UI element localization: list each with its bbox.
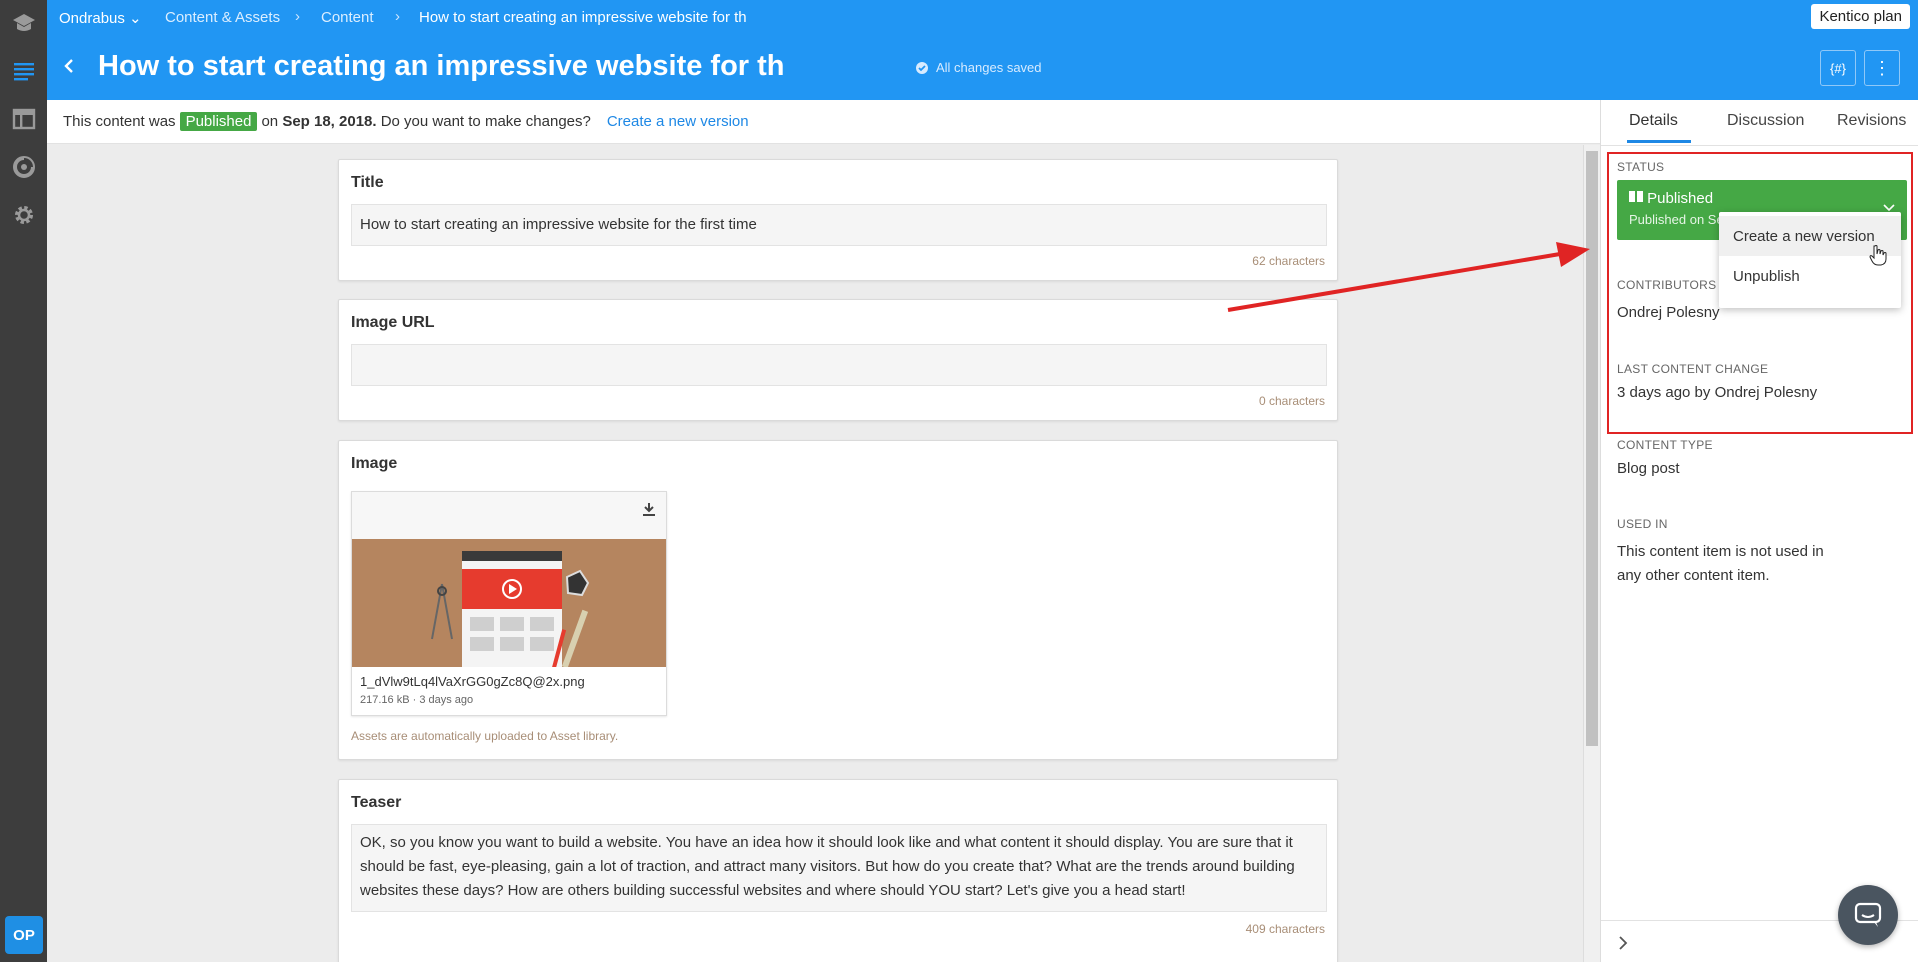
home-icon[interactable] (0, 2, 47, 44)
teaser-element: Teaser OK, so you know you want to build… (338, 779, 1338, 962)
image-url-char-count: 0 characters (1258, 394, 1325, 408)
asset-toolbar (352, 492, 666, 539)
check-circle-icon (916, 61, 928, 74)
tab-details[interactable]: Details (1629, 112, 1678, 130)
title-input[interactable]: How to start creating an impressive webs… (351, 204, 1327, 246)
details-panel: Details Discussion Revisions STATUS Publ… (1600, 100, 1918, 962)
back-icon[interactable] (61, 58, 77, 74)
page-title: How to start creating an impressive webs… (98, 50, 785, 82)
notice-prefix: This content was (63, 113, 176, 130)
used-in-value: This content item is not used in any oth… (1617, 543, 1824, 584)
asset-tile[interactable]: 1_dVlw9tLq4lVaXrGG0gZc8Q@2x.png 217.16 k… (351, 491, 667, 716)
title-char-count: 62 characters (1252, 254, 1325, 268)
user-avatar[interactable]: OP (5, 916, 43, 954)
breadcrumb-separator: › (295, 8, 300, 25)
image-url-label: Image URL (351, 314, 435, 331)
saved-status-text: All changes saved (936, 60, 1042, 75)
content-icon[interactable] (0, 50, 47, 92)
chat-icon (1854, 902, 1882, 927)
left-navigation: OP (0, 0, 47, 962)
last-change-value: 3 days ago by Ondrej Polesny (1617, 384, 1818, 401)
teaser-char-count: 409 characters (1245, 922, 1325, 936)
breadcrumb-current: How to start creating an impressive webs… (419, 9, 747, 26)
notice-on: on (261, 113, 279, 130)
image-element: Image 1_dVlw9tLq4lVaXrGG0gZc8Q@2x.png 21… (338, 440, 1338, 760)
content-type-value: Blog post (1617, 460, 1680, 477)
more-actions-button[interactable]: ⋮ (1864, 50, 1900, 86)
breadcrumb-section[interactable]: Content & Assets (165, 9, 280, 26)
panel-tabs: Details Discussion Revisions (1601, 100, 1918, 146)
layout-icon[interactable] (0, 98, 47, 140)
last-change-label: LAST CONTENT CHANGE (1617, 362, 1769, 376)
analytics-icon[interactable] (0, 146, 47, 188)
asset-upload-note: Assets are automatically uploaded to Ass… (351, 729, 619, 743)
image-url-element: Image URL 0 characters (338, 299, 1338, 421)
breadcrumb-project[interactable]: Ondrabus ⌄ (59, 9, 142, 27)
asset-file-meta: 217.16 kB · 3 days ago (360, 694, 474, 706)
asset-thumbnail (352, 539, 666, 667)
title-label: Title (351, 174, 384, 191)
teaser-value: OK, so you know you want to build a webs… (360, 834, 1295, 899)
content-editor: Title How to start creating an impressiv… (47, 145, 1583, 962)
notice-date: Sep 18, 2018. (282, 113, 377, 130)
image-url-input[interactable] (351, 344, 1327, 386)
chevron-right-icon[interactable] (1617, 935, 1629, 951)
editor-scrollbar[interactable] (1583, 145, 1600, 962)
content-type-label: CONTENT TYPE (1617, 438, 1713, 452)
download-icon[interactable] (640, 500, 658, 518)
asset-file-name: 1_dVlw9tLq4lVaXrGG0gZc8Q@2x.png (360, 674, 585, 689)
used-in-label: USED IN (1617, 517, 1668, 531)
tab-discussion[interactable]: Discussion (1727, 112, 1804, 130)
published-notice: This content was Published on Sep 18, 20… (47, 100, 1600, 144)
published-badge: Published (179, 112, 258, 131)
chat-button[interactable] (1838, 885, 1898, 945)
teaser-input[interactable]: OK, so you know you want to build a webs… (351, 824, 1327, 912)
title-value: How to start creating an impressive webs… (360, 216, 757, 233)
code-snippet-button[interactable]: {#} (1820, 50, 1856, 86)
breadcrumb-sub[interactable]: Content (321, 9, 374, 26)
breadcrumb-separator: › (395, 8, 400, 25)
active-tab-indicator (1627, 140, 1691, 143)
notice-question: Do you want to make changes? (380, 113, 591, 130)
tab-revisions[interactable]: Revisions (1837, 112, 1906, 130)
gear-icon[interactable] (0, 194, 47, 236)
plan-button[interactable]: Kentico plan (1811, 4, 1910, 29)
image-label: Image (351, 455, 398, 472)
title-element: Title How to start creating an impressiv… (338, 159, 1338, 281)
create-new-version-link[interactable]: Create a new version (607, 113, 749, 130)
teaser-label: Teaser (351, 794, 402, 811)
image-url-value (352, 345, 1326, 365)
scrollbar-thumb[interactable] (1586, 151, 1598, 746)
saved-status: All changes saved (915, 60, 1042, 75)
header: Ondrabus ⌄ Content & Assets › Content › … (47, 0, 1918, 100)
